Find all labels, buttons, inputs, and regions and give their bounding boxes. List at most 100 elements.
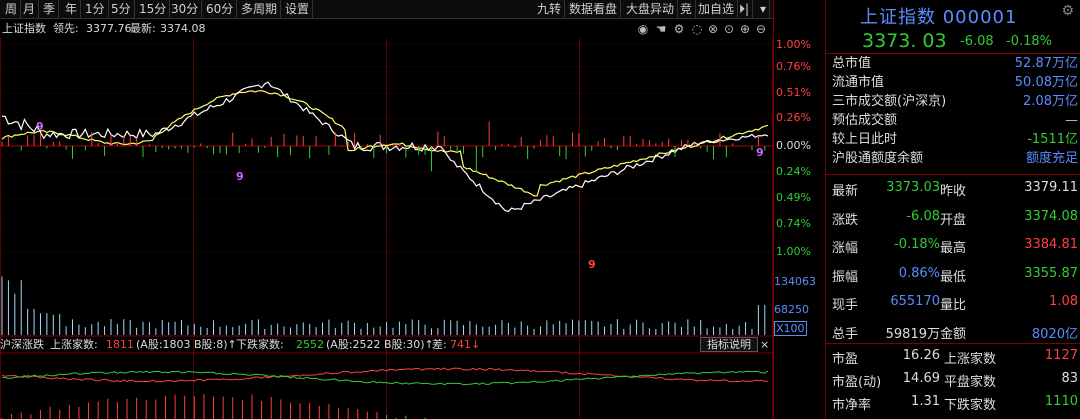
- stat-label: 预估成交额: [832, 113, 898, 128]
- collapse-icon[interactable]: ⏵|: [736, 0, 754, 19]
- volume-axis: 134063 68250 X100: [774, 270, 826, 336]
- indicator-help-button[interactable]: 指标说明: [700, 337, 758, 352]
- quote-title: 上证指数 000001: [860, 7, 1018, 28]
- pct-tick-8: 1.00%: [776, 245, 811, 258]
- quote-change: -6.08: [960, 34, 994, 49]
- tool-tab-2[interactable]: 大盘异动: [623, 0, 679, 19]
- close-icon[interactable]: ⊗: [706, 22, 720, 36]
- tool-tab-0[interactable]: 九转: [534, 0, 566, 19]
- divider: [826, 343, 1080, 344]
- breadth-value: 1110: [1044, 394, 1078, 409]
- stat-label: 总市值: [832, 56, 872, 71]
- breadth-value: 1127: [1044, 348, 1078, 363]
- quote-label: 涨幅: [832, 241, 859, 256]
- chevron-down-icon[interactable]: ▾: [757, 0, 771, 19]
- stat-value: 52.87万亿: [1014, 56, 1078, 71]
- stat-label: 沪股通额度余额: [832, 151, 924, 166]
- period-tab-6[interactable]: 15分: [136, 0, 171, 19]
- zoom-out-icon[interactable]: ⊖: [754, 22, 768, 36]
- pct-tick-5: 0.24%: [776, 165, 811, 178]
- gear-icon[interactable]: ⚙: [1061, 3, 1074, 19]
- stat-value: 额度充足: [1025, 151, 1078, 166]
- up-count-value: 1811: [106, 338, 134, 351]
- period-tab-10[interactable]: 设置: [282, 0, 314, 19]
- arrow-icon[interactable]: ⊙: [722, 22, 736, 36]
- volume-axis-unit: X100: [774, 321, 807, 336]
- zoom-in-icon[interactable]: ⊕: [738, 22, 752, 36]
- quote-label: 最高: [940, 241, 967, 256]
- panel-border: [825, 0, 826, 419]
- tool-tab-3[interactable]: 竞: [677, 0, 697, 19]
- period-tab-8[interactable]: 60分: [203, 0, 238, 19]
- circle-icon[interactable]: ◌: [690, 22, 704, 36]
- pct-tick-1: 0.76%: [776, 60, 811, 73]
- close-icon[interactable]: ×: [760, 337, 769, 353]
- quote-value: -0.18%: [894, 237, 940, 252]
- stat-row: 三市成交额(沪深京) 2.08万亿: [832, 93, 1080, 111]
- lead-value: 3377.76: [86, 22, 132, 35]
- eye-icon[interactable]: ◉: [636, 22, 650, 36]
- nine-turn-marker: 9: [756, 146, 764, 159]
- quote-label: 现手: [832, 298, 859, 313]
- period-toolbar: 周月季年 1分 5分 15分 30分 60分 多周期 设置 九转 数据看盘 大盘异动竞加自选 ⏵| ▾: [0, 0, 773, 19]
- quote-value: 3379.11: [1024, 180, 1078, 195]
- valuation-value: 16.26: [902, 348, 940, 363]
- breadth-label: 上涨家数: [944, 352, 997, 367]
- valuation-label: 市盈(动): [832, 375, 882, 390]
- quote-label: 金额: [940, 326, 967, 342]
- stat-value: 50.08万亿: [1014, 75, 1078, 90]
- valuation-value: 14.69: [902, 371, 940, 386]
- quote-value: 3373.03: [886, 180, 940, 195]
- quote-value: 3384.81: [1024, 237, 1078, 252]
- quote-value: 655170: [890, 294, 940, 309]
- breadth-label: 下跌家数: [944, 398, 997, 413]
- breadth-header: 沪深涨跌 上涨家数: 1811 (A股:1803 B股:8)↑ 下跌家数: 25…: [0, 337, 773, 353]
- quote-label: 昨收: [940, 184, 967, 199]
- chart-info-bar: 上证指数 领先: 3377.76 最新: 3374.08 ◉ ☚ ⚙ ◌ ⊗ ⊙…: [0, 20, 773, 38]
- period-tab-2[interactable]: 季: [40, 0, 60, 19]
- quote-label: 振幅: [832, 269, 859, 285]
- quote-label: 最低: [940, 269, 967, 285]
- valuation-value: 1.31: [911, 394, 940, 409]
- period-tab-4[interactable]: 1分: [82, 0, 109, 19]
- period-tab-0[interactable]: 周: [2, 0, 22, 19]
- pct-tick-7: 0.74%: [776, 217, 811, 230]
- last-label: 最新:: [130, 22, 156, 35]
- down-count-value: 2552: [296, 338, 324, 351]
- period-tab-3[interactable]: 年: [62, 0, 82, 19]
- stat-value: 2.08万亿: [1023, 94, 1078, 109]
- quote-label: 最新: [832, 184, 859, 199]
- pct-tick-3: 0.26%: [776, 111, 811, 124]
- down-count-label: 下跌家数:: [236, 338, 284, 351]
- axis-border: [773, 0, 774, 419]
- volume-axis-mid: 68250: [774, 303, 809, 316]
- breadth-label: 平盘家数: [944, 375, 997, 390]
- diff-label: 差:: [432, 338, 447, 351]
- period-tab-7[interactable]: 30分: [168, 0, 203, 19]
- quote-label: 开盘: [940, 212, 967, 228]
- quote-value: 59819万: [885, 326, 940, 342]
- quote-value: 0.86%: [898, 265, 940, 281]
- quote-panel: 上证指数 000001 ⚙ 3373. 03 -6.08 -0.18% 总市值 5…: [826, 0, 1080, 419]
- tool-tab-4[interactable]: 加自选: [695, 0, 739, 19]
- lead-label: 领先:: [53, 22, 79, 35]
- hand-icon[interactable]: ☚: [654, 22, 668, 36]
- quote-value: 1.08: [1049, 294, 1078, 309]
- period-tab-5[interactable]: 5分: [108, 0, 135, 19]
- stat-row: 流通市值 50.08万亿: [832, 74, 1080, 92]
- pct-tick-6: 0.49%: [776, 191, 811, 204]
- intraday-chart[interactable]: 9 9 9 9: [0, 38, 773, 419]
- tool-tab-1[interactable]: 数据看盘: [566, 0, 622, 19]
- divider: [826, 53, 1080, 54]
- period-tab-1[interactable]: 月: [20, 0, 40, 19]
- quote-value: 3355.87: [1024, 265, 1078, 281]
- stat-row: 总市值 52.87万亿: [832, 55, 1080, 73]
- diff-value: 741↓: [450, 338, 481, 351]
- divider: [826, 174, 1080, 175]
- settings-icon[interactable]: ⚙: [672, 22, 686, 36]
- index-name: 上证指数: [2, 22, 46, 35]
- period-tab-9[interactable]: 多周期: [238, 0, 282, 19]
- stat-value: -1511亿: [1027, 132, 1078, 147]
- stat-label: 三市成交额(沪深京): [832, 94, 947, 109]
- stat-row: 较上日此时 -1511亿: [832, 131, 1080, 149]
